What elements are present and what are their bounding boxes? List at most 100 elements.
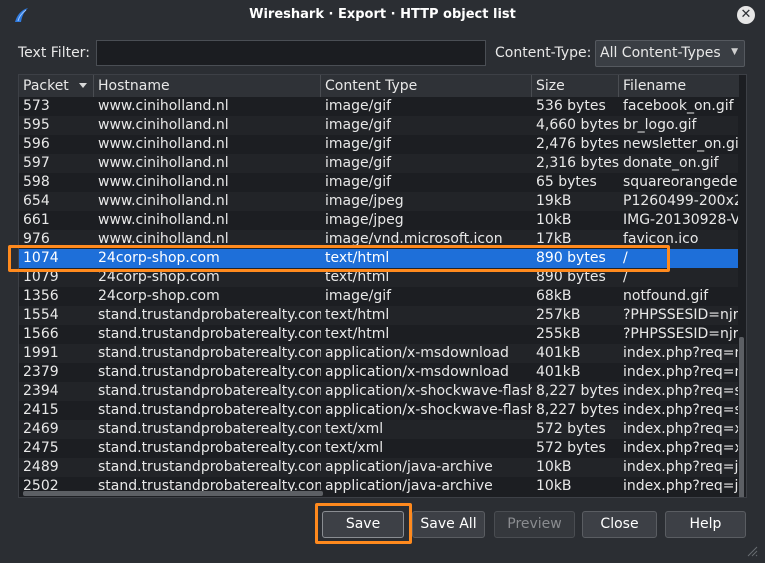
content-type-select[interactable]: All Content-Types ▼ — [595, 40, 745, 67]
table-row[interactable]: 2394 stand.trustandprobaterealty.com appli… — [19, 382, 739, 401]
cell-filename: index.php?req=sv — [623, 402, 739, 418]
table-row[interactable]: 2415 stand.trustandprobaterealty.com appli… — [19, 401, 739, 420]
content-type-value: All Content-Types — [600, 45, 721, 61]
cell-content-type: application/x-msdownload — [325, 345, 509, 361]
text-filter-input[interactable] — [96, 40, 486, 66]
cell-packet: 573 — [23, 98, 50, 114]
table-row[interactable]: 1554 stand.trustandprobaterealty.com text/… — [19, 306, 739, 325]
cell-size: 572 bytes — [536, 440, 606, 456]
vertical-scrollbar[interactable] — [738, 97, 746, 497]
cell-hostname: www.ciniholland.nl — [98, 212, 229, 228]
cell-packet: 2469 — [23, 421, 59, 437]
cell-hostname: www.ciniholland.nl — [98, 155, 229, 171]
cell-hostname: stand.trustandprobaterealty.com — [98, 364, 321, 380]
cell-filename: ?PHPSSESID=njr — [623, 326, 739, 342]
column-header-hostname[interactable]: Hostname — [94, 75, 321, 97]
cell-content-type: image/gif — [325, 288, 392, 304]
cell-packet: 598 — [23, 174, 50, 190]
cell-hostname: stand.trustandprobaterealty.com — [98, 402, 321, 418]
cell-size: 572 bytes — [536, 421, 606, 437]
table-row[interactable]: 598 www.ciniholland.nl image/gif 65 bytes sq… — [19, 173, 739, 192]
cell-content-type: image/jpeg — [325, 193, 404, 209]
close-icon[interactable]: ✕ — [737, 6, 755, 24]
cell-hostname: stand.trustandprobaterealty.com — [98, 345, 321, 361]
preview-button[interactable]: Preview — [494, 511, 575, 538]
table-row[interactable]: 573 www.ciniholland.nl image/gif 536 bytes f… — [19, 97, 739, 116]
table-row[interactable]: 2469 stand.trustandprobaterealty.com text/… — [19, 420, 739, 439]
horizontal-scroll-thumb[interactable] — [23, 491, 323, 496]
column-header-content-type[interactable]: Content Type — [321, 75, 532, 97]
table-row[interactable]: 1991 stand.trustandprobaterealty.com appli… — [19, 344, 739, 363]
cell-hostname: stand.trustandprobaterealty.com — [98, 421, 321, 437]
table-row[interactable]: 1566 stand.trustandprobaterealty.com text/… — [19, 325, 739, 344]
table-row[interactable]: 596 www.ciniholland.nl image/gif 2,476 byte… — [19, 135, 739, 154]
window-title: Wireshark · Export · HTTP object list — [249, 7, 516, 22]
text-filter-label: Text Filter: — [18, 45, 90, 61]
cell-packet: 2489 — [23, 459, 59, 475]
cell-packet: 595 — [23, 117, 50, 133]
cell-hostname: stand.trustandprobaterealty.com — [98, 307, 321, 323]
cell-content-type: text/html — [325, 326, 390, 342]
cell-hostname: www.ciniholland.nl — [98, 174, 229, 190]
cell-filename: br_logo.gif — [623, 117, 697, 133]
cell-packet: 2475 — [23, 440, 59, 456]
table-row[interactable]: 654 www.ciniholland.nl image/jpeg 19kB P1260… — [19, 192, 739, 211]
sort-desc-icon — [79, 83, 87, 88]
cell-size: 4,660 bytes — [536, 117, 619, 133]
close-button[interactable]: Close — [582, 511, 657, 538]
cell-packet: 654 — [23, 193, 50, 209]
save-button-highlight — [315, 503, 412, 544]
cell-content-type: image/gif — [325, 136, 392, 152]
cell-content-type: application/x-shockwave-flash — [325, 383, 532, 399]
cell-size: 401kB — [536, 364, 581, 380]
cell-size: 536 bytes — [536, 98, 606, 114]
cell-hostname: www.ciniholland.nl — [98, 117, 229, 133]
column-header-packet[interactable]: Packet — [19, 75, 94, 97]
cell-filename: index.php?req=m — [623, 345, 739, 361]
cell-packet: 1554 — [23, 307, 59, 323]
cell-filename: index.php?req=xr — [623, 421, 739, 437]
cell-packet: 2379 — [23, 364, 59, 380]
cell-hostname: stand.trustandprobaterealty.com — [98, 326, 321, 342]
cell-filename: index.php?req=sv — [623, 383, 739, 399]
cell-content-type: application/java-archive — [325, 478, 493, 494]
help-button[interactable]: Help — [665, 511, 746, 538]
cell-size: 257kB — [536, 307, 581, 323]
cell-packet: 2415 — [23, 402, 59, 418]
table-header: Packet Hostname Content Type Size Filena… — [19, 75, 739, 97]
column-header-size[interactable]: Size — [532, 75, 619, 97]
cell-size: 10kB — [536, 459, 572, 475]
cell-packet: 1566 — [23, 326, 59, 342]
cell-content-type: text/xml — [325, 421, 384, 437]
table-row[interactable]: 2475 stand.trustandprobaterealty.com text/… — [19, 439, 739, 458]
cell-content-type: text/xml — [325, 440, 384, 456]
http-object-table[interactable]: Packet Hostname Content Type Size Filena… — [18, 74, 747, 498]
cell-content-type: text/html — [325, 307, 390, 323]
cell-content-type: image/gif — [325, 155, 392, 171]
cell-filename: index.php?req=ja — [623, 478, 739, 494]
cell-packet: 1991 — [23, 345, 59, 361]
cell-size: 2,476 bytes — [536, 136, 619, 152]
table-row[interactable]: 1356 24corp-shop.com image/gif 68kB notfound… — [19, 287, 739, 306]
cell-size: 401kB — [536, 345, 581, 361]
cell-hostname: stand.trustandprobaterealty.com — [98, 440, 321, 456]
cell-hostname: www.ciniholland.nl — [98, 193, 229, 209]
content-type-label: Content-Type: — [495, 45, 592, 61]
cell-filename: facebook_on.gif — [623, 98, 734, 114]
cell-hostname: www.ciniholland.nl — [98, 136, 229, 152]
cell-filename: P1260499-200x2 — [623, 193, 739, 209]
chevron-down-icon: ▼ — [731, 47, 738, 57]
resize-grip-icon[interactable] — [744, 543, 758, 557]
cell-hostname: www.ciniholland.nl — [98, 98, 229, 114]
column-header-filename[interactable]: Filename — [619, 75, 739, 97]
table-row[interactable]: 597 www.ciniholland.nl image/gif 2,316 byte… — [19, 154, 739, 173]
table-row[interactable]: 2489 stand.trustandprobaterealty.com appli… — [19, 458, 739, 477]
table-row[interactable]: 595 www.ciniholland.nl image/gif 4,660 byte… — [19, 116, 739, 135]
save-all-button[interactable]: Save All — [412, 511, 485, 538]
cell-size: 2,316 bytes — [536, 155, 619, 171]
table-row[interactable]: 2379 stand.trustandprobaterealty.com appli… — [19, 363, 739, 382]
cell-size: 8,227 bytes — [536, 383, 619, 399]
table-row[interactable]: 661 www.ciniholland.nl image/jpeg 10kB IMG-2… — [19, 211, 739, 230]
selected-row-highlight — [8, 245, 670, 272]
vertical-scroll-thumb[interactable] — [739, 337, 744, 497]
